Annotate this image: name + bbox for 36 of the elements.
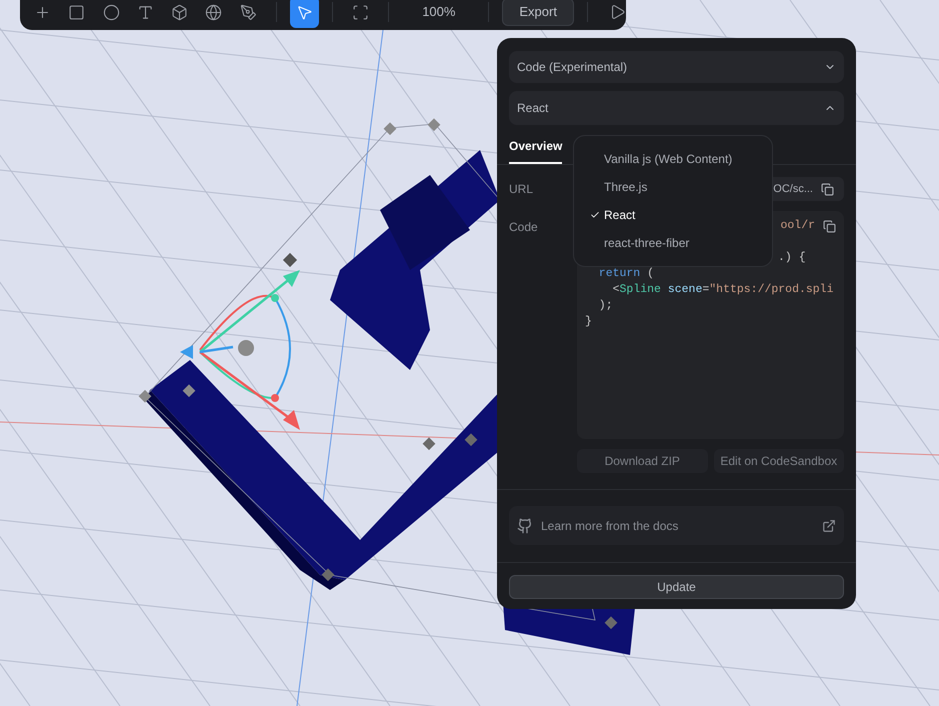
frame-icon bbox=[352, 4, 370, 20]
copy-icon[interactable] bbox=[823, 220, 836, 232]
circle-icon bbox=[102, 4, 120, 20]
code-line: ); bbox=[598, 298, 613, 314]
zoom-level[interactable]: 100% bbox=[402, 2, 476, 22]
code-line: <Spline scene="https://prod.spli bbox=[612, 282, 834, 298]
menu-item[interactable]: React bbox=[574, 201, 772, 229]
github-icon bbox=[517, 518, 533, 534]
menu-item[interactable]: react-three-fiber bbox=[574, 229, 772, 257]
docs-link[interactable]: Learn more from the docs bbox=[509, 506, 844, 545]
cube-icon bbox=[171, 4, 188, 20]
code-line: ool/r bbox=[780, 218, 815, 234]
pointer-icon bbox=[296, 4, 313, 20]
tab[interactable]: Overview bbox=[509, 137, 562, 164]
export-button[interactable]: Export bbox=[502, 0, 574, 26]
sphere-icon bbox=[205, 4, 222, 20]
transform-gizmo-drawing[interactable] bbox=[180, 270, 300, 430]
url-label: URL bbox=[509, 181, 534, 198]
square-icon bbox=[68, 4, 86, 20]
update-button[interactable]: Update bbox=[509, 575, 844, 599]
text-icon bbox=[136, 4, 154, 20]
copy-icon[interactable] bbox=[821, 182, 834, 196]
menu-item[interactable]: Three.js bbox=[574, 173, 772, 201]
action-button[interactable]: Download ZIP bbox=[577, 449, 708, 473]
code-line: } bbox=[585, 314, 592, 330]
checkmark-icon bbox=[590, 210, 600, 220]
code-label: Code bbox=[509, 219, 539, 236]
action-button[interactable]: Edit on CodeSandbox bbox=[714, 449, 844, 473]
export-type-dropdown[interactable]: Code (Experimental) bbox=[509, 51, 844, 83]
external-link-icon bbox=[822, 518, 836, 532]
code-line: return ( bbox=[598, 266, 654, 282]
code-line: .) { bbox=[778, 250, 806, 266]
pointer-tool-button[interactable] bbox=[290, 0, 320, 28]
pen-icon bbox=[240, 4, 257, 20]
framework-dropdown[interactable]: React bbox=[509, 91, 844, 125]
menu-item[interactable]: Vanilla js (Web Content) bbox=[574, 145, 772, 173]
